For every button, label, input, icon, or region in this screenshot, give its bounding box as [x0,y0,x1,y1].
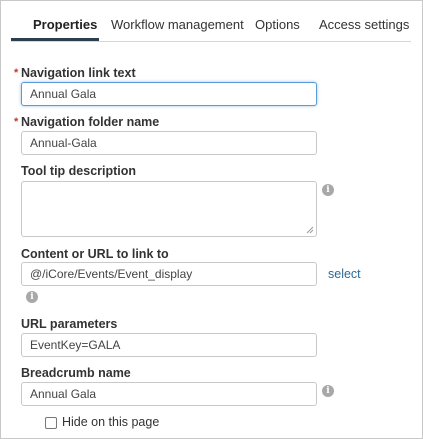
hide-on-page-label[interactable]: Hide on this page [62,415,159,429]
resize-handle-icon[interactable] [306,226,314,234]
info-icon[interactable]: i [322,184,334,196]
properties-panel: Properties Workflow management Options A… [0,0,423,439]
url-parameters-input[interactable] [21,333,317,357]
content-url-label: Content or URL to link to [21,247,169,261]
nav-link-text-input[interactable] [21,82,317,106]
content-url-input[interactable] [21,262,317,286]
tab-access-settings[interactable]: Access settings [319,17,409,32]
tab-properties[interactable]: Properties [33,17,97,32]
url-parameters-label: URL parameters [21,317,118,331]
tab-options[interactable]: Options [255,17,300,32]
active-tab-indicator [11,38,99,41]
tooltip-description-textarea[interactable] [21,181,317,237]
info-icon[interactable]: i [322,385,334,397]
nav-folder-name-label: Navigation folder name [21,115,160,129]
breadcrumb-name-label: Breadcrumb name [21,366,131,380]
nav-folder-name-input[interactable] [21,131,317,155]
select-link[interactable]: select [328,267,361,281]
breadcrumb-name-input[interactable] [21,382,317,406]
hide-on-page-checkbox[interactable] [45,417,57,429]
required-marker: * [14,116,19,128]
tooltip-description-label: Tool tip description [21,164,137,178]
nav-link-text-label: Navigation link text [21,66,136,80]
tab-workflow-management[interactable]: Workflow management [111,17,244,32]
required-marker: * [14,67,19,79]
info-icon[interactable]: i [26,291,38,303]
